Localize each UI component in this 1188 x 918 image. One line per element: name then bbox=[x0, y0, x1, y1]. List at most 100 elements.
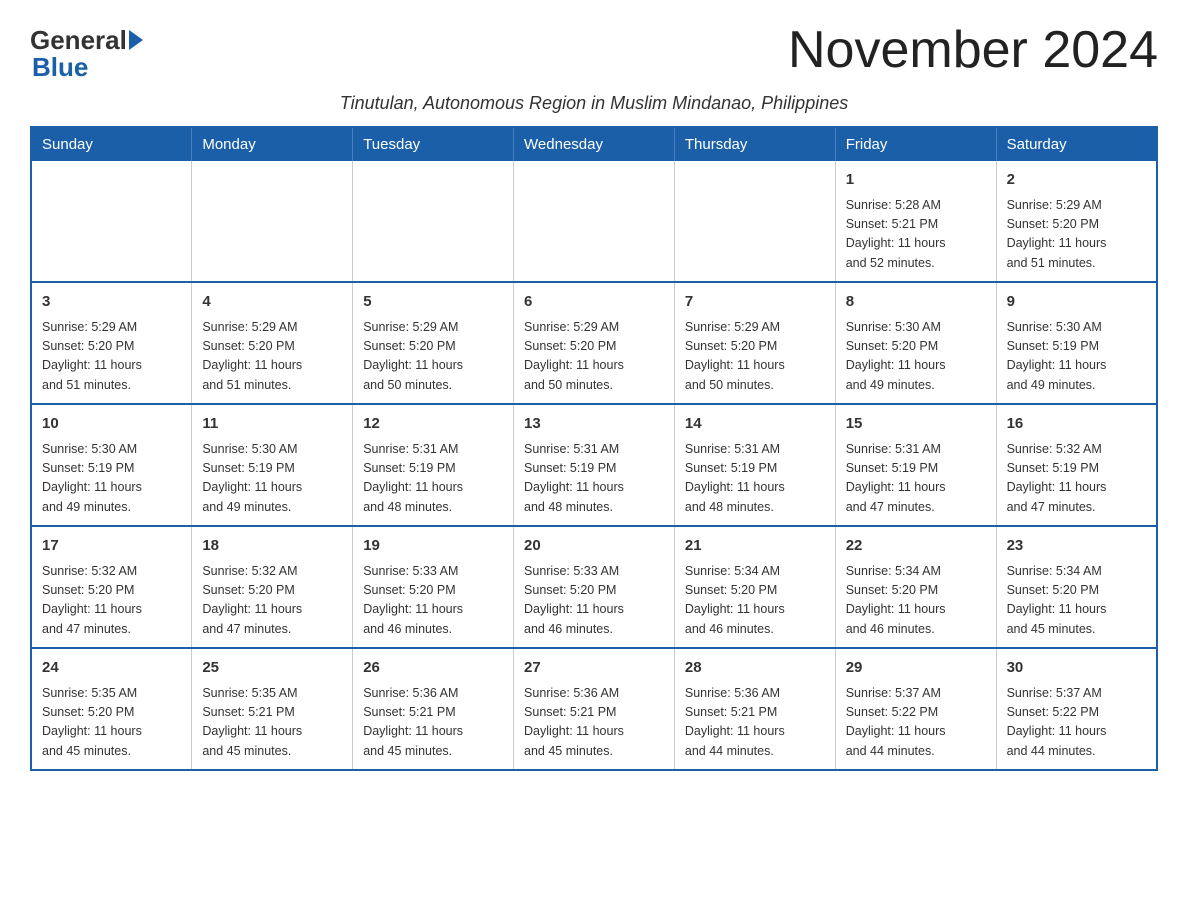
day-info: Sunrise: 5:31 AMSunset: 5:19 PMDaylight:… bbox=[846, 440, 986, 518]
day-info: Sunrise: 5:34 AMSunset: 5:20 PMDaylight:… bbox=[846, 562, 986, 640]
day-number: 15 bbox=[846, 413, 986, 436]
calendar-header-wednesday: Wednesday bbox=[514, 127, 675, 161]
calendar-cell: 16Sunrise: 5:32 AMSunset: 5:19 PMDayligh… bbox=[996, 404, 1157, 526]
calendar-cell: 27 Sunrise: 5:36 AMSunset: 5:21 PMDayligh… bbox=[514, 648, 675, 770]
calendar-cell: 22 Sunrise: 5:34 AMSunset: 5:20 PMDayligh… bbox=[835, 526, 996, 648]
calendar-cell: 18 Sunrise: 5:32 AMSunset: 5:20 PMDayligh… bbox=[192, 526, 353, 648]
calendar-week-row: 1 Sunrise: 5:28 AMSunset: 5:21 PMDaylight… bbox=[31, 161, 1157, 282]
calendar-cell: 12Sunrise: 5:31 AMSunset: 5:19 PMDayligh… bbox=[353, 404, 514, 526]
calendar-cell bbox=[31, 161, 192, 282]
day-info: Sunrise: 5:30 AMSunset: 5:19 PMDaylight:… bbox=[1007, 318, 1146, 396]
day-info: Sunrise: 5:29 AMSunset: 5:20 PMDaylight:… bbox=[1007, 196, 1146, 274]
day-info: Sunrise: 5:32 AMSunset: 5:19 PMDaylight:… bbox=[1007, 440, 1146, 518]
calendar-header-row: SundayMondayTuesdayWednesdayThursdayFrid… bbox=[31, 127, 1157, 161]
day-number: 20 bbox=[524, 535, 664, 558]
calendar-week-row: 3 Sunrise: 5:29 AMSunset: 5:20 PMDaylight… bbox=[31, 282, 1157, 404]
day-info: Sunrise: 5:32 AMSunset: 5:20 PMDaylight:… bbox=[202, 562, 342, 640]
day-number: 3 bbox=[42, 291, 181, 314]
logo-blue-text: Blue bbox=[30, 52, 88, 83]
calendar-cell: 21 Sunrise: 5:34 AMSunset: 5:20 PMDayligh… bbox=[674, 526, 835, 648]
day-info: Sunrise: 5:36 AMSunset: 5:21 PMDaylight:… bbox=[524, 684, 664, 762]
day-number: 27 bbox=[524, 657, 664, 680]
calendar-cell bbox=[192, 161, 353, 282]
day-number: 26 bbox=[363, 657, 503, 680]
calendar-cell: 2 Sunrise: 5:29 AMSunset: 5:20 PMDaylight… bbox=[996, 161, 1157, 282]
day-number: 28 bbox=[685, 657, 825, 680]
calendar-week-row: 24 Sunrise: 5:35 AMSunset: 5:20 PMDayligh… bbox=[31, 648, 1157, 770]
calendar-header-saturday: Saturday bbox=[996, 127, 1157, 161]
day-info: Sunrise: 5:29 AMSunset: 5:20 PMDaylight:… bbox=[363, 318, 503, 396]
calendar-header-sunday: Sunday bbox=[31, 127, 192, 161]
calendar-cell: 6 Sunrise: 5:29 AMSunset: 5:20 PMDaylight… bbox=[514, 282, 675, 404]
calendar-cell: 20Sunrise: 5:33 AMSunset: 5:20 PMDayligh… bbox=[514, 526, 675, 648]
calendar-cell bbox=[674, 161, 835, 282]
calendar-header-tuesday: Tuesday bbox=[353, 127, 514, 161]
day-number: 6 bbox=[524, 291, 664, 314]
day-info: Sunrise: 5:35 AMSunset: 5:20 PMDaylight:… bbox=[42, 684, 181, 762]
day-number: 1 bbox=[846, 169, 986, 192]
calendar-cell: 14 Sunrise: 5:31 AMSunset: 5:19 PMDayligh… bbox=[674, 404, 835, 526]
day-info: Sunrise: 5:35 AMSunset: 5:21 PMDaylight:… bbox=[202, 684, 342, 762]
calendar-cell: 26 Sunrise: 5:36 AMSunset: 5:21 PMDayligh… bbox=[353, 648, 514, 770]
day-info: Sunrise: 5:31 AMSunset: 5:19 PMDaylight:… bbox=[524, 440, 664, 518]
day-info: Sunrise: 5:30 AMSunset: 5:19 PMDaylight:… bbox=[202, 440, 342, 518]
calendar-cell: 17 Sunrise: 5:32 AMSunset: 5:20 PMDayligh… bbox=[31, 526, 192, 648]
day-info: Sunrise: 5:29 AMSunset: 5:20 PMDaylight:… bbox=[202, 318, 342, 396]
calendar-cell: 29 Sunrise: 5:37 AMSunset: 5:22 PMDayligh… bbox=[835, 648, 996, 770]
day-info: Sunrise: 5:37 AMSunset: 5:22 PMDaylight:… bbox=[846, 684, 986, 762]
day-info: Sunrise: 5:37 AMSunset: 5:22 PMDaylight:… bbox=[1007, 684, 1146, 762]
day-info: Sunrise: 5:31 AMSunset: 5:19 PMDaylight:… bbox=[685, 440, 825, 518]
day-info: Sunrise: 5:30 AMSunset: 5:19 PMDaylight:… bbox=[42, 440, 181, 518]
calendar-cell: 7Sunrise: 5:29 AMSunset: 5:20 PMDaylight… bbox=[674, 282, 835, 404]
day-info: Sunrise: 5:34 AMSunset: 5:20 PMDaylight:… bbox=[1007, 562, 1146, 640]
day-info: Sunrise: 5:28 AMSunset: 5:21 PMDaylight:… bbox=[846, 196, 986, 274]
calendar-cell: 19Sunrise: 5:33 AMSunset: 5:20 PMDayligh… bbox=[353, 526, 514, 648]
day-number: 4 bbox=[202, 291, 342, 314]
day-number: 14 bbox=[685, 413, 825, 436]
day-number: 11 bbox=[202, 413, 342, 436]
day-number: 2 bbox=[1007, 169, 1146, 192]
day-number: 5 bbox=[363, 291, 503, 314]
calendar-cell: 24 Sunrise: 5:35 AMSunset: 5:20 PMDayligh… bbox=[31, 648, 192, 770]
calendar-header-monday: Monday bbox=[192, 127, 353, 161]
day-number: 10 bbox=[42, 413, 181, 436]
calendar-cell: 3 Sunrise: 5:29 AMSunset: 5:20 PMDaylight… bbox=[31, 282, 192, 404]
day-info: Sunrise: 5:29 AMSunset: 5:20 PMDaylight:… bbox=[42, 318, 181, 396]
day-info: Sunrise: 5:32 AMSunset: 5:20 PMDaylight:… bbox=[42, 562, 181, 640]
calendar-cell: 8Sunrise: 5:30 AMSunset: 5:20 PMDaylight… bbox=[835, 282, 996, 404]
month-title: November 2024 bbox=[788, 20, 1158, 80]
day-number: 29 bbox=[846, 657, 986, 680]
day-number: 22 bbox=[846, 535, 986, 558]
day-info: Sunrise: 5:30 AMSunset: 5:20 PMDaylight:… bbox=[846, 318, 986, 396]
day-number: 19 bbox=[363, 535, 503, 558]
logo: General Blue bbox=[30, 25, 143, 83]
day-number: 9 bbox=[1007, 291, 1146, 314]
day-info: Sunrise: 5:29 AMSunset: 5:20 PMDaylight:… bbox=[524, 318, 664, 396]
day-number: 30 bbox=[1007, 657, 1146, 680]
calendar-cell: 25 Sunrise: 5:35 AMSunset: 5:21 PMDayligh… bbox=[192, 648, 353, 770]
day-number: 17 bbox=[42, 535, 181, 558]
day-number: 25 bbox=[202, 657, 342, 680]
day-info: Sunrise: 5:36 AMSunset: 5:21 PMDaylight:… bbox=[363, 684, 503, 762]
calendar-table: SundayMondayTuesdayWednesdayThursdayFrid… bbox=[30, 126, 1158, 771]
day-number: 24 bbox=[42, 657, 181, 680]
day-number: 18 bbox=[202, 535, 342, 558]
calendar-cell: 9 Sunrise: 5:30 AMSunset: 5:19 PMDaylight… bbox=[996, 282, 1157, 404]
day-info: Sunrise: 5:36 AMSunset: 5:21 PMDaylight:… bbox=[685, 684, 825, 762]
calendar-header-thursday: Thursday bbox=[674, 127, 835, 161]
day-number: 12 bbox=[363, 413, 503, 436]
calendar-cell: 15 Sunrise: 5:31 AMSunset: 5:19 PMDayligh… bbox=[835, 404, 996, 526]
calendar-cell: 30 Sunrise: 5:37 AMSunset: 5:22 PMDayligh… bbox=[996, 648, 1157, 770]
calendar-cell: 4 Sunrise: 5:29 AMSunset: 5:20 PMDaylight… bbox=[192, 282, 353, 404]
calendar-cell: 11 Sunrise: 5:30 AMSunset: 5:19 PMDayligh… bbox=[192, 404, 353, 526]
day-number: 21 bbox=[685, 535, 825, 558]
calendar-cell: 1 Sunrise: 5:28 AMSunset: 5:21 PMDaylight… bbox=[835, 161, 996, 282]
calendar-header-friday: Friday bbox=[835, 127, 996, 161]
subtitle: Tinutulan, Autonomous Region in Muslim M… bbox=[30, 93, 1158, 114]
day-info: Sunrise: 5:34 AMSunset: 5:20 PMDaylight:… bbox=[685, 562, 825, 640]
calendar-cell: 13 Sunrise: 5:31 AMSunset: 5:19 PMDayligh… bbox=[514, 404, 675, 526]
day-number: 13 bbox=[524, 413, 664, 436]
day-number: 23 bbox=[1007, 535, 1146, 558]
calendar-week-row: 10 Sunrise: 5:30 AMSunset: 5:19 PMDayligh… bbox=[31, 404, 1157, 526]
calendar-cell: 23 Sunrise: 5:34 AMSunset: 5:20 PMDayligh… bbox=[996, 526, 1157, 648]
